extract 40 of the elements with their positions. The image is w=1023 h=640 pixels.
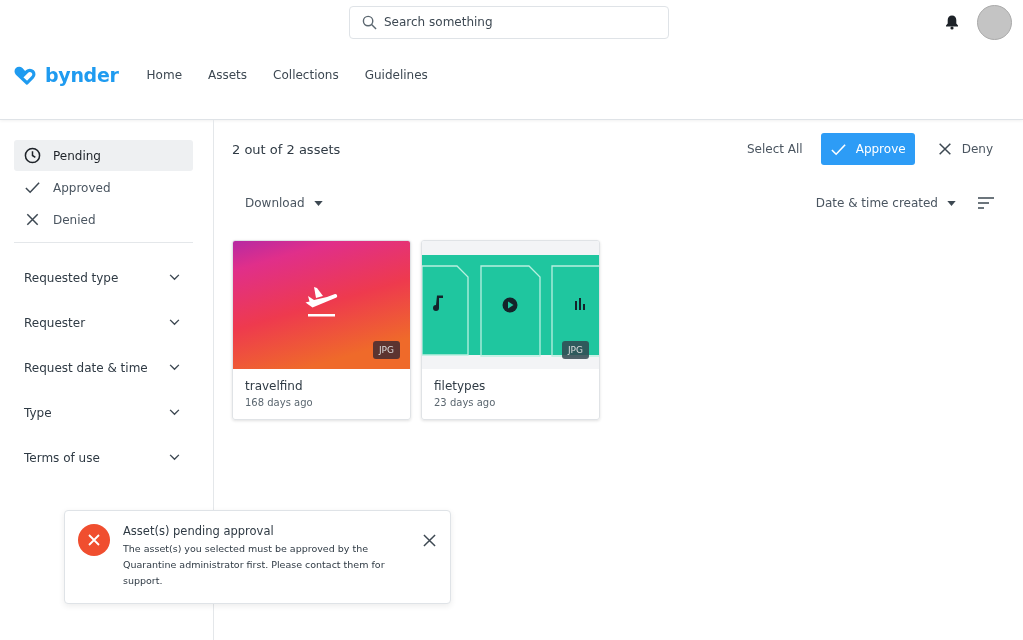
asset-card[interactable]: JPG travelfind 168 days ago bbox=[232, 240, 411, 420]
status-filter[interactable]: Approved bbox=[14, 172, 193, 203]
close-icon bbox=[24, 211, 41, 228]
caret-icon bbox=[313, 200, 323, 206]
caret-icon bbox=[947, 200, 956, 206]
select-all-button[interactable]: Select All bbox=[740, 141, 809, 157]
filter-dropdown[interactable]: Request date & time bbox=[14, 345, 193, 390]
sort-dropdown[interactable]: Date & time created bbox=[802, 189, 969, 217]
search-icon bbox=[362, 14, 377, 30]
bell-icon[interactable] bbox=[944, 14, 960, 30]
sort-icon[interactable] bbox=[978, 197, 994, 209]
file-type-badge: JPG bbox=[561, 341, 589, 359]
deny-button[interactable]: Deny bbox=[926, 133, 1005, 165]
nav-link[interactable]: Collections bbox=[273, 68, 339, 82]
filter-dropdown[interactable]: Terms of use bbox=[14, 435, 193, 480]
download-dropdown[interactable]: Download bbox=[232, 189, 336, 217]
status-filter[interactable]: Denied bbox=[14, 204, 193, 235]
search-field[interactable]: Search something bbox=[349, 5, 669, 39]
filter-dropdown[interactable]: Type bbox=[14, 390, 193, 435]
toast-message: The asset(s) you selected must be approved by the Quarantine administrator first. Please contact them for support. bbox=[123, 542, 386, 588]
nav-link[interactable]: Guidelines bbox=[364, 68, 428, 82]
status-filter[interactable]: Pending bbox=[14, 140, 193, 171]
asset-card[interactable]: JPG filetypes 23 days ago bbox=[421, 240, 600, 420]
close-icon[interactable] bbox=[423, 534, 436, 547]
file-type-badge: JPG bbox=[372, 341, 400, 359]
toast-title: Asset(s) pending approval bbox=[123, 524, 275, 538]
nav-link[interactable]: Assets bbox=[208, 68, 248, 82]
asset-count: 2 out of 2 assets bbox=[232, 141, 341, 157]
close-icon bbox=[936, 141, 953, 157]
clock-icon bbox=[24, 147, 41, 164]
asset-age: 23 days ago bbox=[434, 397, 497, 408]
check-icon bbox=[24, 179, 41, 196]
filter-dropdown[interactable]: Requested type bbox=[14, 255, 193, 300]
asset-name: travelfind bbox=[245, 379, 304, 393]
nav-link[interactable]: Home bbox=[146, 68, 182, 82]
error-icon bbox=[78, 524, 110, 556]
asset-age: 168 days ago bbox=[245, 397, 314, 408]
brand-name: bynder bbox=[45, 64, 119, 86]
filter-dropdown[interactable]: Requester bbox=[14, 300, 193, 345]
asset-name: filetypes bbox=[434, 379, 487, 393]
